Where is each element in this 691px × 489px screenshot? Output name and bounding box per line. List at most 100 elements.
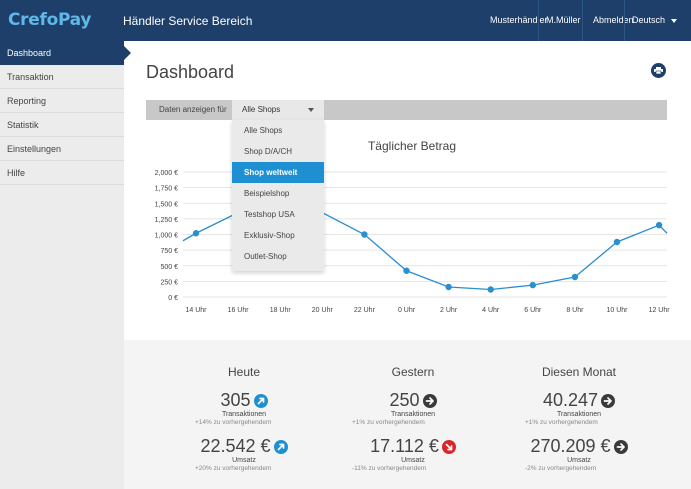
revenue-label: Umsatz <box>232 457 256 464</box>
shop-dropdown-menu: Alle Shops Shop D/A/CH Shop weltweit Bei… <box>232 120 324 271</box>
divider <box>624 0 625 41</box>
trend-flat-icon <box>613 440 628 454</box>
dropdown-option-outlet-shop[interactable]: Outlet-Shop <box>232 246 324 267</box>
revenue-label: Umsatz <box>567 457 591 464</box>
crefopay-logo[interactable]: CrefoPay <box>8 10 91 30</box>
x-tick-label: 20 Uhr <box>312 307 334 314</box>
x-tick-label: 18 Uhr <box>270 307 292 314</box>
x-tick-label: 16 Uhr <box>228 307 250 314</box>
x-tick-label: 2 Uhr <box>440 307 458 314</box>
x-tick-label: 10 Uhr <box>606 307 628 314</box>
dropdown-option-exklusiv-shop[interactable]: Exklusiv-Shop <box>232 225 324 246</box>
filter-label: Daten anzeigen für <box>159 105 227 114</box>
divider <box>538 0 539 41</box>
sidebar-item-dashboard[interactable]: Dashboard <box>0 41 131 65</box>
y-tick-label: 1,000 € <box>155 233 178 240</box>
x-tick-label: 12 Uhr <box>649 307 671 314</box>
y-tick-label: 1,500 € <box>155 201 178 208</box>
data-point <box>571 273 579 281</box>
revenue-amount: 270.209 € <box>484 436 674 457</box>
stats-panel: Heute 305 Transaktionen +14% zu vorhergehen… <box>124 340 691 489</box>
y-tick-label: 2,000 € <box>155 170 178 177</box>
daily-amount-chart: Täglicher Betrag 2,000 € 1,750 € 1,500 € 1,2… <box>140 135 691 320</box>
data-point <box>445 283 452 291</box>
data-point <box>487 286 494 293</box>
y-tick-label: 250 € <box>160 279 178 286</box>
dropdown-option-beispielshop[interactable]: Beispielshop <box>232 183 324 204</box>
revenue-change: -11% zu vorhergehendem <box>352 465 427 472</box>
revenue-change: +20% zu vorhergehendem <box>195 465 272 472</box>
data-point <box>403 267 410 274</box>
logout-link[interactable]: Abmelden <box>593 15 634 25</box>
stat-heading: Diesen Monat <box>541 365 617 379</box>
trend-flat-icon <box>601 394 616 408</box>
app-title: Händler Service Bereich <box>123 14 253 28</box>
transactions-value: 40.247 <box>542 390 599 410</box>
y-tick-label: 1,750 € <box>155 186 178 193</box>
transactions-label: Transaktionen <box>556 411 602 418</box>
trend-flat-icon <box>422 394 437 408</box>
trend-down-icon <box>441 440 456 454</box>
transactions-change: +1% zu vorhergehendem <box>352 419 425 426</box>
dropdown-option-testshop-usa[interactable]: Testshop USA <box>232 204 324 225</box>
chart-title: Täglicher Betrag <box>368 139 456 153</box>
language-select[interactable]: Deutsch <box>632 15 678 25</box>
print-button[interactable] <box>651 63 666 78</box>
stat-heading: Heute <box>227 365 261 379</box>
dropdown-option-shop-dach[interactable]: Shop D/A/CH <box>232 141 324 162</box>
data-point <box>613 238 621 246</box>
y-tick-label: 750 € <box>160 248 178 255</box>
y-tick-label: 0 € <box>168 295 178 302</box>
page-title: Dashboard <box>146 62 235 82</box>
data-point <box>529 281 536 289</box>
revenue-value: 22.542 € <box>200 436 271 456</box>
transactions-change: +14% zu vorhergehendem <box>195 419 272 426</box>
transactions-label: Transaktionen <box>390 411 436 418</box>
transactions-label: Transaktionen <box>221 411 267 418</box>
transactions-count: 250 <box>318 390 508 411</box>
shop-filter-bar: Daten anzeigen für Alle Shops <box>146 100 667 120</box>
x-tick-label: 4 Uhr <box>482 307 500 314</box>
printer-icon <box>654 67 663 74</box>
chevron-down-icon <box>671 18 678 23</box>
transactions-value: 305 <box>220 390 251 410</box>
sidebar-item-transaktion[interactable]: Transaktion <box>0 65 124 89</box>
transactions-value: 250 <box>389 390 420 410</box>
language-label: Deutsch <box>632 15 666 25</box>
sidebar-item-einstellungen[interactable]: Einstellungen <box>0 137 124 161</box>
x-tick-label: 6 Uhr <box>524 307 542 314</box>
data-point <box>361 231 368 238</box>
chevron-down-icon <box>308 108 314 112</box>
x-tick-label: 0 Uhr <box>398 307 416 314</box>
shop-select[interactable]: Alle Shops <box>232 100 324 120</box>
sidebar-item-reporting[interactable]: Reporting <box>0 89 124 113</box>
transactions-count: 305 <box>149 390 339 411</box>
y-tick-label: 1,250 € <box>155 217 178 224</box>
dropdown-option-alle-shops[interactable]: Alle Shops <box>232 120 324 141</box>
sidebar-item-hilfe[interactable]: Hilfe <box>0 161 124 185</box>
revenue-amount: 17.112 € <box>318 436 508 457</box>
trend-up-icon <box>273 440 288 454</box>
x-tick-label: 22 Uhr <box>354 307 376 314</box>
line-chart: Täglicher Betrag 2,000 € 1,750 € 1,500 € 1,2… <box>155 139 671 314</box>
trend-up-icon <box>253 394 268 408</box>
revenue-change: -2% zu vorhergehendem <box>525 465 597 472</box>
divider <box>582 0 583 41</box>
top-bar: CrefoPay Händler Service Bereich Musterh… <box>0 0 691 41</box>
data-point <box>655 221 663 229</box>
data-point <box>192 230 200 237</box>
x-tick-label: 14 Uhr <box>185 307 207 314</box>
shop-select-value: Alle Shops <box>242 105 281 114</box>
y-tick-label: 500 € <box>160 264 178 271</box>
revenue-amount: 22.542 € <box>149 436 339 457</box>
revenue-value: 270.209 € <box>530 436 611 456</box>
user-link[interactable]: M.Müller <box>546 15 581 25</box>
sidebar-item-statistik[interactable]: Statistik <box>0 113 124 137</box>
dropdown-option-shop-weltweit[interactable]: Shop weltweit <box>232 162 324 183</box>
stat-heading: Gestern <box>391 365 435 379</box>
revenue-label: Umsatz <box>401 457 425 464</box>
x-tick-label: 8 Uhr <box>566 307 584 314</box>
transactions-change: +1% zu vorhergehendem <box>525 419 598 426</box>
sidebar: Dashboard Transaktion Reporting Statisti… <box>0 41 131 489</box>
revenue-value: 17.112 € <box>370 436 439 456</box>
